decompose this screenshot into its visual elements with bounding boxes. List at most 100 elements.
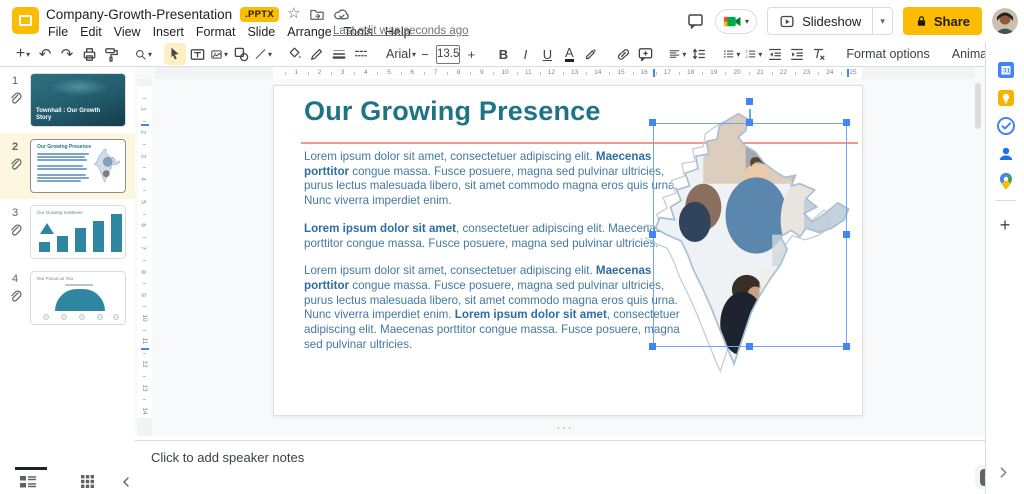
resize-handle-ne[interactable] bbox=[843, 119, 850, 126]
format-options-button[interactable]: Format options bbox=[840, 47, 935, 61]
paperclip-icon bbox=[9, 224, 22, 242]
body-paragraph[interactable]: Lorem ipsum dolor sit amet, consectetuer… bbox=[304, 264, 680, 352]
select-cursor-icon[interactable] bbox=[164, 43, 186, 65]
resize-handle-nw[interactable] bbox=[649, 119, 656, 126]
keep-icon[interactable] bbox=[996, 88, 1015, 107]
collapse-filmstrip-icon[interactable] bbox=[120, 475, 132, 493]
resize-handle-n[interactable] bbox=[746, 119, 753, 126]
comments-icon[interactable] bbox=[686, 12, 705, 30]
menu-file[interactable]: File bbox=[42, 23, 74, 41]
resize-handle-se[interactable] bbox=[843, 343, 850, 350]
pptx-badge: .PPTX bbox=[240, 6, 280, 22]
filmstrip-panel: 1 Townhall : Our Growth Story 2 Our Grow… bbox=[0, 67, 135, 436]
selection-box[interactable] bbox=[653, 123, 847, 347]
tasks-icon[interactable] bbox=[996, 116, 1015, 135]
font-size-decrease[interactable]: − bbox=[414, 43, 436, 65]
font-family-select[interactable]: Arial ▾ bbox=[382, 43, 416, 65]
share-button[interactable]: Share bbox=[902, 7, 982, 35]
panel-expand-chevron[interactable] bbox=[997, 466, 1010, 484]
insert-image-icon[interactable]: ▾ bbox=[208, 43, 230, 65]
body-paragraph[interactable]: Lorem ipsum dolor sit amet, consectetuer… bbox=[304, 222, 680, 251]
filmstrip-view-icon[interactable] bbox=[19, 474, 37, 494]
resize-handle-sw[interactable] bbox=[649, 343, 656, 350]
slide-2-thumbnail[interactable]: Our Growing Presence bbox=[30, 139, 126, 193]
menu-format[interactable]: Format bbox=[190, 23, 242, 41]
border-weight-icon[interactable] bbox=[328, 43, 350, 65]
redo-button[interactable]: ↷ bbox=[56, 43, 78, 65]
slides-logo[interactable] bbox=[12, 7, 39, 34]
undo-button[interactable]: ↶ bbox=[34, 43, 56, 65]
decrease-indent-icon[interactable] bbox=[764, 43, 786, 65]
maps-icon[interactable] bbox=[996, 171, 1015, 190]
italic-button[interactable]: I bbox=[514, 43, 536, 65]
align-icon[interactable]: ▾ bbox=[666, 43, 688, 65]
vertical-ruler[interactable]: 1 2 3 4 5 6 7 8 9 10 11 12 13 14 bbox=[137, 79, 152, 436]
slideshow-button[interactable]: Slideshow bbox=[768, 8, 872, 34]
menu-arrange[interactable]: Arrange bbox=[281, 23, 337, 41]
text-color-button[interactable]: A bbox=[558, 43, 580, 65]
zoom-icon[interactable]: ▾ bbox=[132, 43, 154, 65]
fill-color-icon[interactable] bbox=[284, 43, 306, 65]
star-icon[interactable]: ☆ bbox=[287, 6, 300, 21]
meet-button[interactable]: ▾ bbox=[715, 8, 758, 34]
speaker-notes-placeholder[interactable]: Click to add speaker notes bbox=[151, 450, 304, 465]
last-edit-link[interactable]: Last edit was seconds ago bbox=[333, 25, 469, 37]
paperclip-icon bbox=[9, 290, 22, 308]
slide-thumbnail-row-3[interactable]: 3 Our Growing Initiatives bbox=[0, 199, 135, 265]
border-dash-icon[interactable] bbox=[350, 43, 372, 65]
slide-3-thumbnail[interactable]: Our Growing Initiatives bbox=[30, 205, 126, 259]
avatar[interactable] bbox=[992, 8, 1018, 34]
grid-view-icon[interactable] bbox=[80, 474, 95, 494]
resize-handle-s[interactable] bbox=[746, 343, 753, 350]
menu-view[interactable]: View bbox=[108, 23, 147, 41]
slide-thumbnail-row-1[interactable]: 1 Townhall : Our Growth Story bbox=[0, 67, 135, 133]
get-addons-button[interactable]: + bbox=[994, 214, 1016, 236]
document-title[interactable]: Company-Growth-Presentation bbox=[46, 7, 232, 22]
text-box-icon[interactable] bbox=[186, 43, 208, 65]
toolbar: + ▾ ↶ ↷ ▾ ▾ ▾ Arial ▾ − 13.5 + B I U A ▾ ▾… bbox=[0, 42, 1024, 67]
slide-4-thumbnail[interactable]: Our Focus on You bbox=[30, 271, 126, 325]
insert-link-icon[interactable] bbox=[612, 43, 634, 65]
increase-indent-icon[interactable] bbox=[786, 43, 808, 65]
slide-1-thumbnail[interactable]: Townhall : Our Growth Story bbox=[30, 73, 126, 127]
resize-handle-w[interactable] bbox=[649, 231, 656, 238]
clear-formatting-icon[interactable] bbox=[808, 43, 830, 65]
speaker-notes-bar[interactable]: Click to add speaker notes bbox=[135, 440, 1002, 494]
font-size-increase[interactable]: + bbox=[460, 43, 482, 65]
rotation-handle[interactable] bbox=[746, 98, 753, 105]
font-size-input[interactable]: 13.5 bbox=[436, 44, 461, 64]
slide-thumbnail-row-4[interactable]: 4 Our Focus on You bbox=[0, 265, 135, 331]
numbered-list-icon[interactable]: 1 2 ▾ bbox=[742, 43, 764, 65]
insert-line-icon[interactable]: ▾ bbox=[252, 43, 274, 65]
notes-resize-handle[interactable]: ··· bbox=[535, 422, 595, 434]
underline-button[interactable]: U bbox=[536, 43, 558, 65]
paint-format-icon[interactable] bbox=[100, 43, 122, 65]
line-spacing-icon[interactable] bbox=[688, 43, 710, 65]
border-color-icon[interactable] bbox=[306, 43, 328, 65]
slide-canvas: 1 2 3 4 5 6 7 8 9 10 11 12 13 14 15 16 17 18 19 20 21 22 23 24 2… bbox=[135, 67, 985, 436]
highlight-color-icon[interactable] bbox=[580, 43, 602, 65]
slideshow-options-caret[interactable]: ▾ bbox=[872, 8, 892, 34]
contacts-icon[interactable] bbox=[996, 144, 1015, 163]
cloud-check-icon[interactable] bbox=[333, 7, 350, 21]
calendar-icon[interactable]: 31 bbox=[996, 60, 1015, 79]
add-comment-icon[interactable] bbox=[634, 43, 656, 65]
move-folder-icon[interactable] bbox=[309, 7, 325, 21]
paperclip-icon bbox=[9, 92, 22, 110]
menu-edit[interactable]: Edit bbox=[74, 23, 108, 41]
new-slide-button[interactable]: + ▾ bbox=[12, 43, 34, 65]
menu-slide[interactable]: Slide bbox=[241, 23, 281, 41]
slide-body-text[interactable]: Lorem ipsum dolor sit amet, consectetuer… bbox=[304, 150, 680, 365]
svg-text:2: 2 bbox=[746, 54, 748, 59]
slide-title[interactable]: Our Growing Presence bbox=[304, 96, 601, 127]
print-icon[interactable] bbox=[78, 43, 100, 65]
slide-thumbnail-row-2[interactable]: 2 Our Growing Presence bbox=[0, 133, 135, 199]
bulleted-list-icon[interactable]: ▾ bbox=[720, 43, 742, 65]
resize-handle-e[interactable] bbox=[843, 231, 850, 238]
canvas-scrollbar[interactable] bbox=[975, 83, 981, 129]
menu-insert[interactable]: Insert bbox=[147, 23, 190, 41]
bold-button[interactable]: B bbox=[492, 43, 514, 65]
horizontal-ruler[interactable]: 1 2 3 4 5 6 7 8 9 10 11 12 13 14 15 16 17 18 19 20 21 22 23 24 2… bbox=[155, 67, 975, 79]
insert-shape-icon[interactable] bbox=[230, 43, 252, 65]
body-paragraph[interactable]: Lorem ipsum dolor sit amet, consectetuer… bbox=[304, 150, 680, 209]
